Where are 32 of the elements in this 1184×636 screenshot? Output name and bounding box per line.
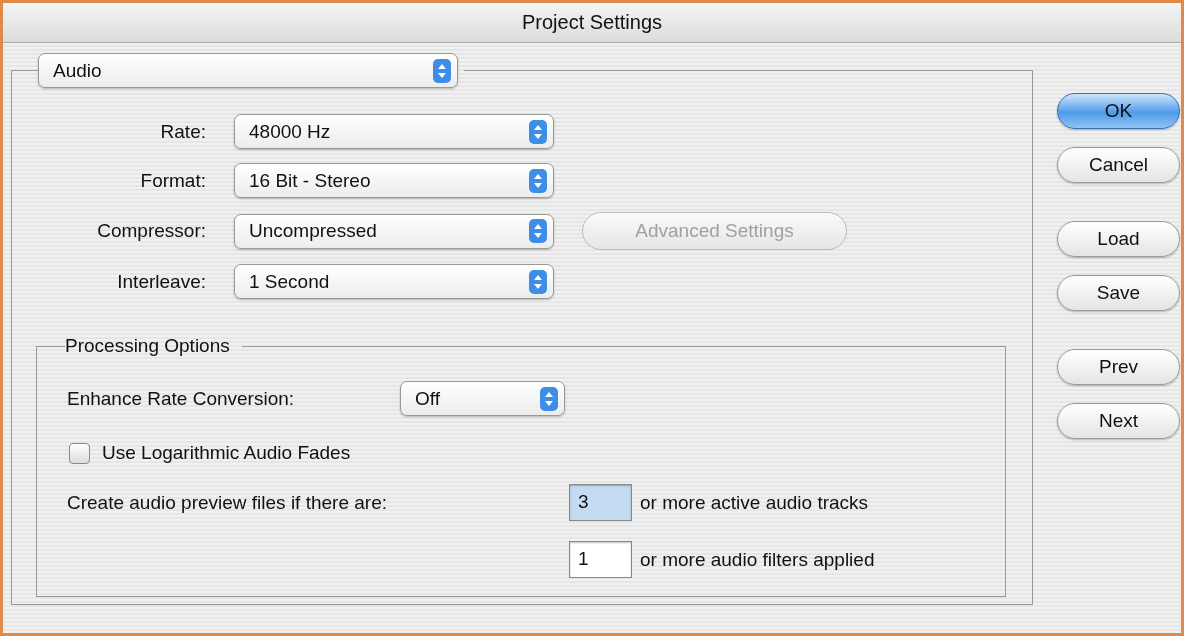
setting-dropdown[interactable]: Off [400,381,565,416]
setting-dropdown[interactable]: 1 Second [234,264,554,299]
stepper-icon [529,219,547,243]
setting-label: Format: [139,169,206,192]
dialog-button[interactable]: Prev [1057,349,1180,385]
setting-label: Rate: [159,120,206,143]
setting-dropdown[interactable]: 48000 Hz [234,114,554,149]
section-dropdown[interactable]: Audio [38,53,458,88]
stepper-icon [529,119,547,144]
number-field[interactable]: 3 [569,484,632,521]
stepper-icon [540,386,558,411]
dialog-button[interactable]: Cancel [1057,147,1180,183]
field-suffix: or more active audio tracks [640,491,869,514]
dialog-button[interactable]: Load [1057,221,1180,257]
setting-label: Interleave: [116,270,206,293]
setting-label: Enhance Rate Conversion: [67,387,296,410]
stepper-icon [529,168,547,193]
stepper-icon [529,269,547,294]
dialog-button[interactable]: OK [1057,93,1180,129]
checkbox-label: Use Logarithmic Audio Fades [102,442,351,464]
setting-dropdown[interactable]: 16 Bit - Stereo [234,163,554,198]
setting-label: Create audio preview files if there are: [67,491,387,513]
checkbox[interactable] [69,442,90,464]
window-title: Project Settings [521,11,663,34]
setting-label: Compressor: [96,220,206,242]
dialog-button[interactable]: Next [1057,403,1180,439]
field-suffix: or more audio filters applied [640,548,875,571]
number-field[interactable]: 1 [569,541,632,578]
dialog-button[interactable]: Save [1057,275,1180,311]
setting-dropdown[interactable]: Uncompressed [234,213,554,249]
stepper-icon [433,58,451,83]
group-title: Processing Options [65,335,231,357]
